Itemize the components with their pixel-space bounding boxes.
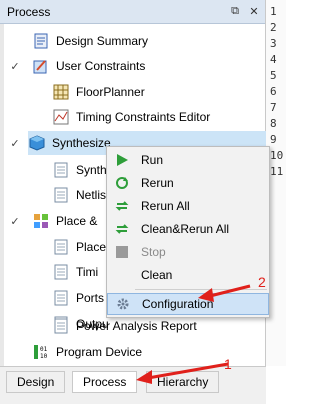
tree-item-place-report[interactable]: Place (52, 235, 106, 259)
tree-item-label: Timing Constraints Editor (76, 110, 211, 124)
document-icon (52, 161, 70, 179)
line-number: 11 (270, 165, 284, 178)
clean-icon (115, 268, 129, 282)
panel-left-edge (0, 24, 4, 366)
gear-icon (116, 297, 130, 311)
tree-item-power-analysis-report-visible[interactable]: Power Analysis Report (52, 314, 197, 338)
tree-item-label: User Constraints (56, 59, 146, 73)
expand-chevron-icon[interactable]: ✓ (8, 137, 22, 150)
line-number: 6 (270, 85, 277, 98)
annotation-arrow-1 (136, 362, 229, 384)
tree-item-design-summary[interactable]: Design Summary (32, 29, 148, 53)
run-icon (115, 153, 129, 167)
tree-item-ports[interactable]: Ports (52, 286, 104, 310)
document-icon (52, 238, 70, 256)
tree-item-synthesis-report[interactable]: Synth (52, 158, 107, 182)
line-number: 3 (270, 37, 277, 50)
float-panel-icon[interactable]: ⧉ (227, 4, 243, 20)
user-constraints-icon (32, 57, 50, 75)
tree-item-timing-report[interactable]: Timi (52, 260, 98, 284)
line-number: 4 (270, 53, 277, 66)
menu-item-stop[interactable]: Stop (107, 241, 269, 263)
tree-item-place-route[interactable]: ✓ Place & (10, 209, 98, 233)
menu-item-rerun-all[interactable]: Rerun All (107, 195, 269, 217)
tree-item-label: Place & (56, 214, 98, 228)
tree-item-label: Ports (76, 291, 105, 305)
line-number: 2 (270, 21, 277, 34)
menu-item-label: Clean (141, 268, 173, 282)
tree-item-label: FloorPlanner (76, 85, 145, 99)
svg-text:01: 01 (40, 346, 48, 353)
menu-item-label: Rerun (141, 176, 174, 190)
tab-design[interactable]: Design (6, 371, 66, 393)
document-icon (52, 317, 70, 335)
process-panel-titlebar: Process ⧉ ✕ (0, 0, 265, 24)
annotation-label-1: 1 (224, 356, 232, 372)
rerun-all-icon (115, 199, 129, 213)
menu-item-label: Clean&Rerun All (141, 222, 230, 236)
line-number: 10 (270, 149, 284, 162)
tree-item-timing-constraints-editor[interactable]: Timing Constraints Editor (52, 105, 210, 129)
menu-item-clean-rerun-all[interactable]: Clean&Rerun All (107, 218, 269, 240)
tree-item-floorplanner[interactable]: FloorPlanner (52, 80, 145, 104)
tree-item-netlist[interactable]: Netlis (52, 183, 106, 207)
tree-item-label: Netlis (76, 188, 107, 202)
menu-item-run[interactable]: Run (107, 149, 269, 171)
menu-item-label: Run (141, 153, 164, 167)
document-icon (52, 263, 70, 281)
stop-icon (115, 245, 129, 259)
tree-item-label: Synthesize (52, 136, 111, 150)
floorplanner-icon (52, 83, 70, 101)
annotation-arrow-2 (198, 284, 251, 302)
synthesize-icon (28, 134, 46, 152)
expand-chevron-icon[interactable]: ✓ (8, 215, 22, 228)
document-icon (52, 186, 70, 204)
expand-chevron-icon[interactable]: ✓ (8, 60, 22, 73)
rerun-icon (115, 176, 129, 190)
tree-item-label: Synth (76, 163, 107, 177)
line-number: 8 (270, 117, 277, 130)
place-route-icon (32, 212, 50, 230)
menu-item-rerun[interactable]: Rerun (107, 172, 269, 194)
line-number: 5 (270, 69, 277, 82)
tree-item-label: Place (76, 240, 107, 254)
annotation-label-2: 2 (258, 274, 266, 290)
clean-rerun-all-icon (115, 222, 129, 236)
menu-item-label: Stop (141, 245, 166, 259)
menu-item-label: Rerun All (141, 199, 190, 213)
tree-item-label: Design Summary (56, 34, 149, 48)
line-number: 9 (270, 133, 277, 146)
tree-item-program-device[interactable]: 01 10 Program Device (32, 340, 142, 364)
tree-item-label: Power Analysis Report (76, 319, 197, 333)
line-number: 7 (270, 101, 277, 114)
tree-item-user-constraints[interactable]: ✓ User Constraints (10, 54, 146, 78)
program-device-icon: 01 10 (32, 343, 50, 361)
close-panel-icon[interactable]: ✕ (246, 4, 262, 20)
process-panel-title: Process (7, 4, 51, 19)
line-number: 1 (270, 5, 277, 18)
svg-text:10: 10 (40, 353, 48, 360)
tree-item-label: Timi (76, 265, 99, 279)
document-icon (52, 289, 70, 307)
design-summary-icon (32, 32, 50, 50)
line-numbers: 1 2 3 4 5 6 7 8 9 10 11 (270, 4, 283, 180)
timing-editor-icon (52, 108, 70, 126)
